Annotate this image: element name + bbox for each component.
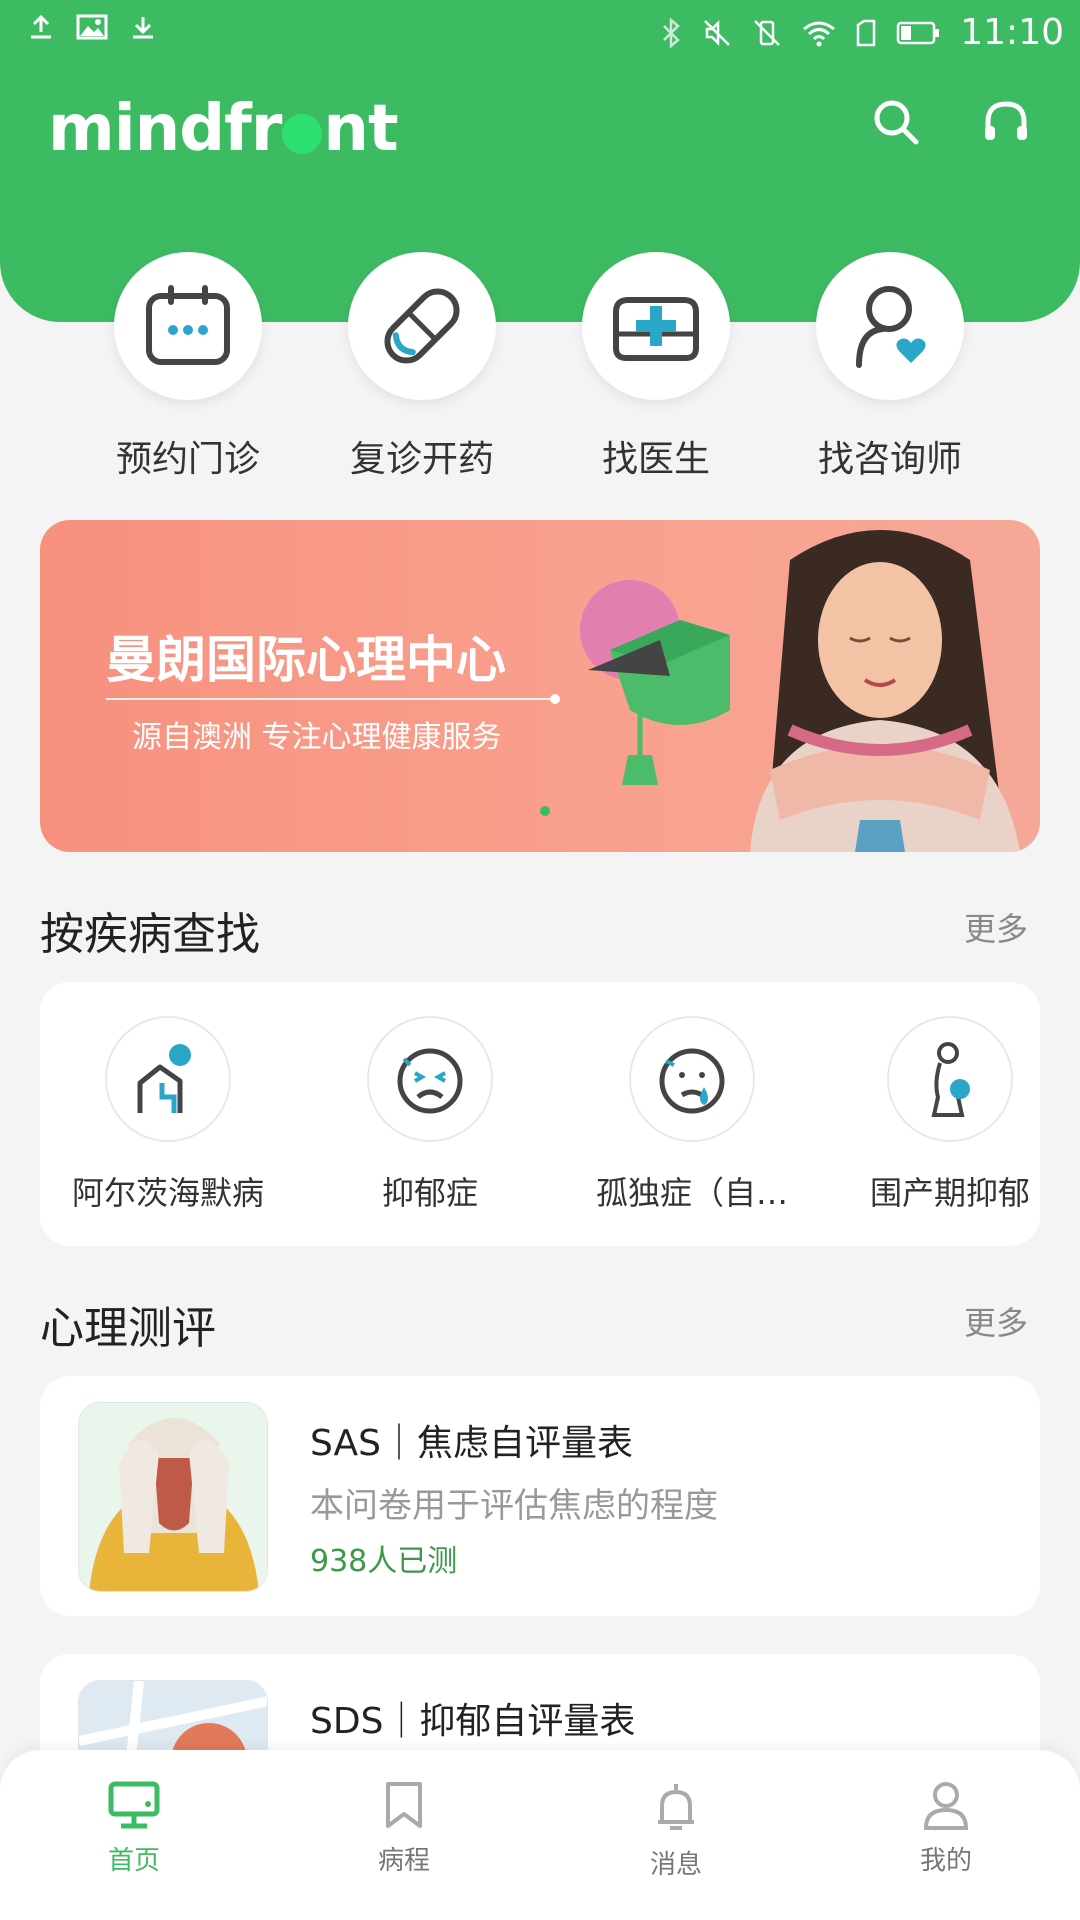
bluetooth-icon (663, 17, 681, 48)
carousel-indicator (540, 806, 550, 816)
evaluation-title: SDS｜抑郁自评量表 (310, 1701, 636, 1742)
quick-action-prescription[interactable]: 复诊开药 (322, 252, 522, 482)
woman-hugging-illustration (750, 530, 1020, 852)
evaluations-section-title: 心理测评 (40, 1303, 216, 1354)
disease-icon-circle (105, 1016, 231, 1142)
clock: 11:10 (960, 12, 1064, 53)
banner-divider-dot (550, 694, 560, 704)
quick-action-circle (114, 252, 262, 400)
disease-label: 阿尔茨海默病 (71, 1174, 264, 1212)
logo-text-part-2: nt (323, 92, 398, 166)
banner-title: 曼朗国际心理中心 (106, 631, 506, 689)
banner-divider (106, 698, 554, 700)
quick-action-circle (582, 252, 730, 400)
vibrate-off-icon (754, 19, 781, 46)
nav-messages[interactable]: 消息 (606, 1780, 746, 1881)
battery-icon (897, 21, 940, 44)
disease-label: 孤独症（自… (595, 1174, 788, 1212)
disease-item-depression[interactable]: 抑郁症 (320, 1016, 540, 1214)
counselor-icon (856, 286, 926, 368)
mindfront-logo: mindfr nt (48, 92, 399, 166)
crying-face-icon (659, 1048, 725, 1114)
quick-action-label: 复诊开药 (349, 439, 494, 480)
anxious-person-illustration (79, 1403, 267, 1591)
sim-icon (857, 19, 876, 46)
diseases-card: 阿尔茨海默病 抑郁症 孤独症（自… 围产期抑郁 (40, 982, 1040, 1246)
quick-action-circle (348, 252, 496, 400)
diseases-section-title: 按疾病查找 (40, 909, 260, 960)
logo-text-part-1: mindfr (48, 92, 282, 166)
promo-banner[interactable]: 曼朗国际心理中心 源自澳洲 专注心理健康服务 (40, 520, 1040, 852)
diseases-more-link[interactable]: 更多 (964, 904, 1028, 950)
nav-label: 病程 (377, 1846, 430, 1876)
nav-profile[interactable]: 我的 (876, 1780, 1016, 1877)
disease-item-perinatal-depression[interactable]: 围产期抑郁 (840, 1016, 1060, 1214)
disease-item-autism[interactable]: 孤独症（自… (582, 1016, 802, 1214)
headset-icon[interactable] (980, 96, 1032, 148)
download-icon (133, 17, 153, 39)
disease-label: 围产期抑郁 (869, 1174, 1030, 1212)
home-monitor-icon (108, 1781, 160, 1829)
pregnant-woman-icon (931, 1042, 970, 1117)
evaluation-card-sas[interactable]: SAS｜焦虑自评量表 本问卷用于评估焦虑的程度 938人已测 (40, 1376, 1040, 1616)
nav-home[interactable]: 首页 (64, 1780, 204, 1877)
evaluation-description: 本问卷用于评估焦虑的程度 (310, 1486, 718, 1526)
quick-action-find-counselor[interactable]: 找咨询师 (790, 252, 990, 482)
evaluation-count: 938人已测 (310, 1544, 458, 1579)
status-bar: 11:10 (0, 0, 1080, 62)
disease-label: 抑郁症 (381, 1174, 478, 1212)
calendar-icon (146, 285, 230, 365)
search-icon[interactable] (870, 96, 922, 148)
disease-icon-circle (887, 1016, 1013, 1142)
quick-action-label: 预约门诊 (115, 439, 260, 480)
medical-kit-icon (613, 297, 699, 361)
disease-item-alzheimers[interactable]: 阿尔茨海默病 (58, 1016, 278, 1214)
quick-action-label: 找医生 (601, 439, 710, 480)
upload-icon (31, 14, 51, 39)
quick-action-find-doctor[interactable]: 找医生 (556, 252, 756, 482)
image-icon (76, 14, 108, 40)
nav-label: 消息 (649, 1850, 702, 1880)
banner-subtitle: 源自澳洲 专注心理健康服务 (132, 720, 502, 755)
bookmark-icon (386, 1782, 422, 1828)
logo-dot (282, 114, 323, 154)
mute-icon (704, 19, 731, 46)
disease-icon-circle (629, 1016, 755, 1142)
bell-icon (658, 1784, 694, 1830)
quick-action-circle (816, 252, 964, 400)
quick-action-appointment[interactable]: 预约门诊 (88, 252, 288, 482)
wifi-icon (803, 21, 836, 46)
evaluation-thumbnail (78, 1402, 268, 1592)
sad-face-icon (397, 1048, 463, 1114)
disease-icon-circle (367, 1016, 493, 1142)
quick-actions: 预约门诊 复诊开药 找医生 找咨询师 (0, 252, 1080, 482)
nav-medical-history[interactable]: 病程 (334, 1780, 474, 1877)
user-icon (923, 1782, 969, 1830)
bottom-navigation: 首页 病程 消息 我的 (0, 1750, 1080, 1920)
quick-action-label: 找咨询师 (817, 439, 962, 480)
nav-label: 首页 (107, 1846, 160, 1876)
elderly-person-icon (137, 1044, 191, 1113)
pill-icon (384, 288, 460, 364)
evaluation-title: SAS｜焦虑自评量表 (310, 1423, 633, 1464)
evaluations-more-link[interactable]: 更多 (964, 1298, 1028, 1344)
nav-label: 我的 (919, 1846, 972, 1876)
